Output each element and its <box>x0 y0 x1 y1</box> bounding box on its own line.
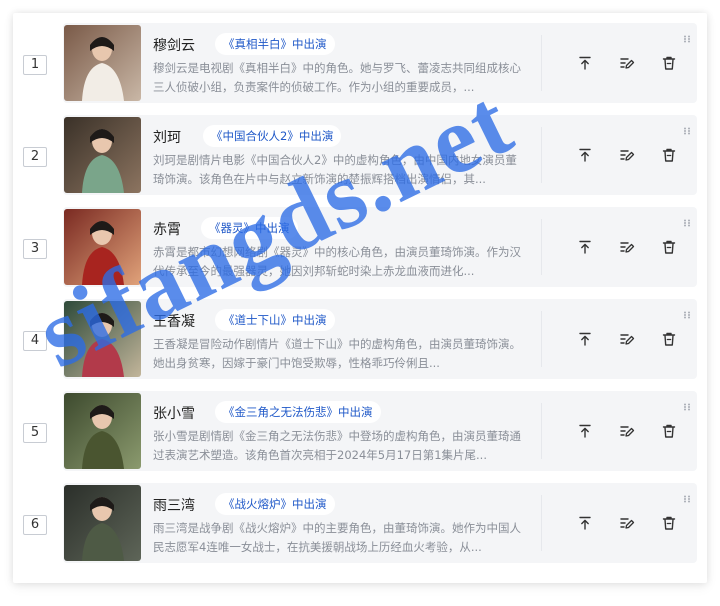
character-row: 6 雨三湾 《战火熔炉》中出演 雨三湾是战争剧《战火熔炉》中的主要角色，由董琦饰… <box>13 483 707 563</box>
card-divider <box>541 311 542 367</box>
card-divider <box>541 403 542 459</box>
card-divider <box>541 127 542 183</box>
row-index: 5 <box>23 423 47 443</box>
card-divider <box>541 35 542 91</box>
delete-icon[interactable] <box>661 515 677 531</box>
drama-tag[interactable]: 《战火熔炉》中出演 <box>215 493 335 515</box>
character-card[interactable]: 赤霄 《器灵》中出演 赤霄是都市幻想网络剧《器灵》中的核心角色，由演员董琦饰演。… <box>63 207 697 287</box>
character-photo <box>64 25 141 101</box>
drama-tag[interactable]: 《器灵》中出演 <box>201 217 298 239</box>
move-to-top-icon[interactable] <box>577 331 593 347</box>
character-name: 穆剑云 <box>153 38 195 54</box>
row-index: 3 <box>23 239 47 259</box>
delete-icon[interactable] <box>661 239 677 255</box>
character-row: 1 穆剑云 《真相半白》中出演 穆剑云是电视剧《真相半白》中的角色。她与罗飞、蕾… <box>13 23 707 103</box>
edit-icon[interactable] <box>619 55 635 71</box>
character-photo <box>64 393 141 469</box>
character-row: 4 王香凝 《道士下山》中出演 王香凝是冒险动作剧情片《道士下山》中的虚构角色，… <box>13 299 707 379</box>
character-description: 刘珂是剧情片电影《中国合伙人2》中的虚构角色，由中国内地女演员董琦饰演。该角色在… <box>153 153 517 186</box>
drag-handle-icon[interactable] <box>683 488 691 503</box>
card-divider <box>541 219 542 275</box>
drama-tag[interactable]: 《金三角之无法伤悲》中出演 <box>215 401 381 423</box>
row-index: 2 <box>23 147 47 167</box>
delete-icon[interactable] <box>661 147 677 163</box>
drag-handle-icon[interactable] <box>683 212 691 227</box>
edit-icon[interactable] <box>619 423 635 439</box>
character-name: 张小雪 <box>153 406 195 422</box>
character-list-panel: 1 穆剑云 《真相半白》中出演 穆剑云是电视剧《真相半白》中的角色。她与罗飞、蕾… <box>13 13 707 583</box>
row-index: 1 <box>23 55 47 75</box>
character-photo <box>64 117 141 193</box>
character-description: 穆剑云是电视剧《真相半白》中的角色。她与罗飞、蕾凌志共同组成核心三人侦破小组，负… <box>153 61 521 94</box>
character-name: 雨三湾 <box>153 498 195 514</box>
character-description: 王香凝是冒险动作剧情片《道士下山》中的虚构角色，由演员董琦饰演。她出身贫寒，因嫁… <box>153 337 521 370</box>
character-photo <box>64 209 141 285</box>
character-name: 刘珂 <box>153 130 181 146</box>
card-divider <box>541 495 542 551</box>
delete-icon[interactable] <box>661 423 677 439</box>
character-row: 5 张小雪 《金三角之无法伤悲》中出演 张小雪是剧情剧《金三角之无法伤悲》中登场… <box>13 391 707 471</box>
character-row: 3 赤霄 《器灵》中出演 赤霄是都市幻想网络剧《器灵》中的核心角色，由演员董琦饰… <box>13 207 707 287</box>
character-description: 雨三湾是战争剧《战火熔炉》中的主要角色，由董琦饰演。她作为中国人民志愿军4连唯一… <box>153 521 521 554</box>
drag-handle-icon[interactable] <box>683 28 691 43</box>
character-card[interactable]: 刘珂 《中国合伙人2》中出演 刘珂是剧情片电影《中国合伙人2》中的虚构角色，由中… <box>63 115 697 195</box>
character-card[interactable]: 雨三湾 《战火熔炉》中出演 雨三湾是战争剧《战火熔炉》中的主要角色，由董琦饰演。… <box>63 483 697 563</box>
edit-icon[interactable] <box>619 331 635 347</box>
drag-handle-icon[interactable] <box>683 396 691 411</box>
move-to-top-icon[interactable] <box>577 423 593 439</box>
move-to-top-icon[interactable] <box>577 239 593 255</box>
move-to-top-icon[interactable] <box>577 147 593 163</box>
edit-icon[interactable] <box>619 515 635 531</box>
edit-icon[interactable] <box>619 239 635 255</box>
character-description: 赤霄是都市幻想网络剧《器灵》中的核心角色，由演员董琦饰演。作为汉代传承至今的最强… <box>153 245 521 278</box>
drama-tag[interactable]: 《真相半白》中出演 <box>215 33 335 55</box>
drag-handle-icon[interactable] <box>683 304 691 319</box>
character-photo <box>64 485 141 561</box>
character-name: 赤霄 <box>153 222 181 238</box>
move-to-top-icon[interactable] <box>577 515 593 531</box>
delete-icon[interactable] <box>661 331 677 347</box>
character-description: 张小雪是剧情剧《金三角之无法伤悲》中登场的虚构角色，由演员董琦通过表演艺术塑造。… <box>153 429 521 462</box>
character-card[interactable]: 穆剑云 《真相半白》中出演 穆剑云是电视剧《真相半白》中的角色。她与罗飞、蕾凌志… <box>63 23 697 103</box>
row-index: 6 <box>23 515 47 535</box>
character-card[interactable]: 张小雪 《金三角之无法伤悲》中出演 张小雪是剧情剧《金三角之无法伤悲》中登场的虚… <box>63 391 697 471</box>
character-name: 王香凝 <box>153 314 195 330</box>
delete-icon[interactable] <box>661 55 677 71</box>
edit-icon[interactable] <box>619 147 635 163</box>
character-card[interactable]: 王香凝 《道士下山》中出演 王香凝是冒险动作剧情片《道士下山》中的虚构角色，由演… <box>63 299 697 379</box>
character-row: 2 刘珂 《中国合伙人2》中出演 刘珂是剧情片电影《中国合伙人2》中的虚构角色，… <box>13 115 707 195</box>
drag-handle-icon[interactable] <box>683 120 691 135</box>
row-index: 4 <box>23 331 47 351</box>
drama-tag[interactable]: 《道士下山》中出演 <box>215 309 335 331</box>
drama-tag[interactable]: 《中国合伙人2》中出演 <box>203 125 342 147</box>
character-photo <box>64 301 141 377</box>
move-to-top-icon[interactable] <box>577 55 593 71</box>
